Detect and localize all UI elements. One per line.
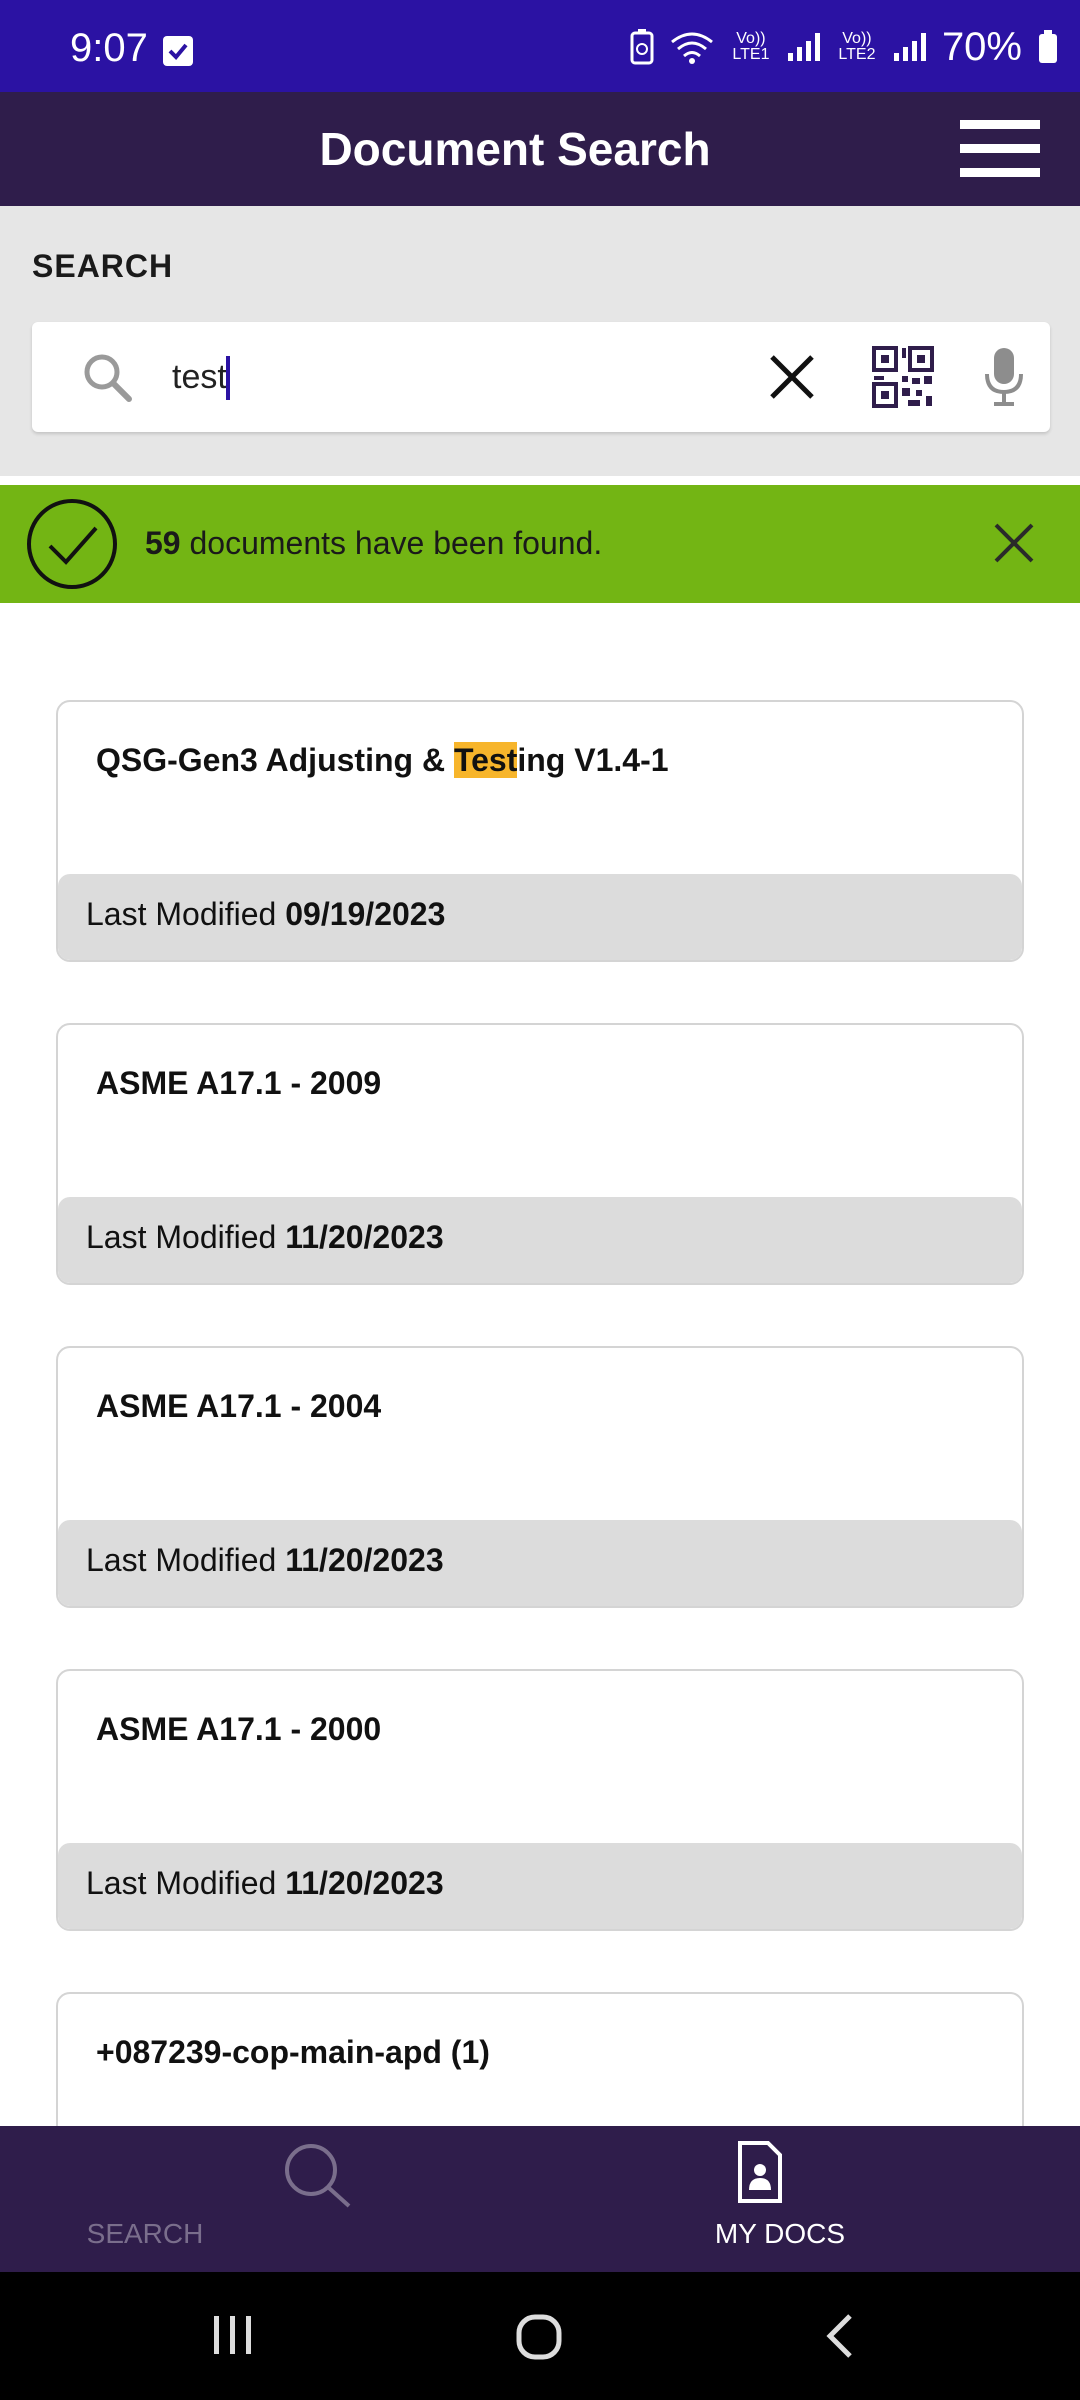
signal1-icon xyxy=(787,33,820,61)
sim2-label: Vo)) LTE2 xyxy=(838,30,876,63)
page-title: Document Search xyxy=(319,123,711,175)
result-footer: Last Modified 11/20/2023 xyxy=(58,1520,1022,1606)
result-title: ASME A17.1 - 2009 xyxy=(96,1065,382,1101)
result-card[interactable]: ASME A17.1 - 2004 Last Modified 11/20/20… xyxy=(56,1346,1024,1608)
result-footer: Last Modified 09/19/2023 xyxy=(58,874,1022,960)
text-caret xyxy=(226,356,230,400)
result-footer: Last Modified 11/20/2023 xyxy=(58,1197,1022,1283)
search-box xyxy=(32,322,1050,432)
results-text: documents have been found. xyxy=(189,525,603,561)
nav-search-label: SEARCH xyxy=(86,2218,204,2249)
result-card[interactable]: +087239-cop-main-apd (1) xyxy=(56,1992,1024,2126)
results-list[interactable]: QSG-Gen3 Adjusting & Testing V1.4-1 Last… xyxy=(0,603,1080,2126)
results-banner: 59 documents have been found. xyxy=(0,485,1080,603)
result-title: +087239-cop-main-apd (1) xyxy=(96,2034,490,2070)
search-icon xyxy=(84,354,132,402)
microphone-icon[interactable] xyxy=(982,346,1026,408)
app-header: Document Search xyxy=(0,92,1080,206)
search-label: SEARCH xyxy=(32,248,174,284)
check-circle-icon xyxy=(27,499,117,589)
sim1-label: Vo)) LTE1 xyxy=(732,30,770,63)
status-time: 9:07 xyxy=(70,26,148,70)
qr-code-icon[interactable] xyxy=(872,346,934,408)
back-icon[interactable] xyxy=(820,2312,860,2360)
result-card[interactable]: ASME A17.1 - 2009 Last Modified 11/20/20… xyxy=(56,1023,1024,1285)
menu-icon[interactable] xyxy=(960,120,1040,178)
bottom-nav: SEARCH MY DOCS xyxy=(0,2126,1080,2272)
result-card[interactable]: ASME A17.1 - 2000 Last Modified 11/20/20… xyxy=(56,1669,1024,1931)
result-card[interactable]: QSG-Gen3 Adjusting & Testing V1.4-1 Last… xyxy=(56,700,1024,962)
battery-percent: 70% xyxy=(941,24,1022,69)
result-title: QSG-Gen3 Adjusting & Testing V1.4-1 xyxy=(96,742,669,778)
modified-label: Last Modified xyxy=(86,1542,277,1578)
notification-check-icon xyxy=(163,36,193,66)
home-icon[interactable] xyxy=(514,2312,564,2362)
search-section: SEARCH xyxy=(0,206,1080,476)
status-icons: Vo)) LTE1 Vo)) LTE2 70% xyxy=(630,22,1058,72)
modified-date: 09/19/2023 xyxy=(285,896,446,932)
result-footer: Last Modified 11/20/2023 xyxy=(58,1843,1022,1929)
result-title: ASME A17.1 - 2000 xyxy=(96,1711,382,1747)
nav-mydocs-label: MY DOCS xyxy=(714,2218,846,2249)
wifi-icon xyxy=(671,32,713,64)
battery-saver-icon xyxy=(630,29,654,65)
modified-label: Last Modified xyxy=(86,1865,277,1901)
modified-label: Last Modified xyxy=(86,1219,277,1255)
search-icon xyxy=(285,2144,351,2208)
status-bar: 9:07 Vo)) LTE1 Vo)) LTE2 70% xyxy=(0,0,1080,92)
search-highlight: Test xyxy=(453,742,518,778)
modified-date: 11/20/2023 xyxy=(285,1219,444,1255)
system-nav-bar xyxy=(0,2272,1080,2400)
result-title: ASME A17.1 - 2004 xyxy=(96,1388,382,1424)
close-icon[interactable] xyxy=(767,352,817,402)
recents-icon[interactable] xyxy=(210,2312,256,2358)
nav-search[interactable]: SEARCH xyxy=(0,2126,540,2272)
nav-my-docs[interactable]: MY DOCS xyxy=(540,2126,1080,2272)
modified-date: 11/20/2023 xyxy=(285,1865,444,1901)
document-icon xyxy=(738,2141,782,2203)
results-message: 59 documents have been found. xyxy=(145,525,602,562)
results-count: 59 xyxy=(145,525,181,561)
signal2-icon xyxy=(893,33,926,61)
close-icon[interactable] xyxy=(992,521,1036,565)
modified-date: 11/20/2023 xyxy=(285,1542,444,1578)
modified-label: Last Modified xyxy=(86,896,277,932)
battery-icon xyxy=(1039,30,1057,63)
search-input[interactable] xyxy=(172,342,752,412)
